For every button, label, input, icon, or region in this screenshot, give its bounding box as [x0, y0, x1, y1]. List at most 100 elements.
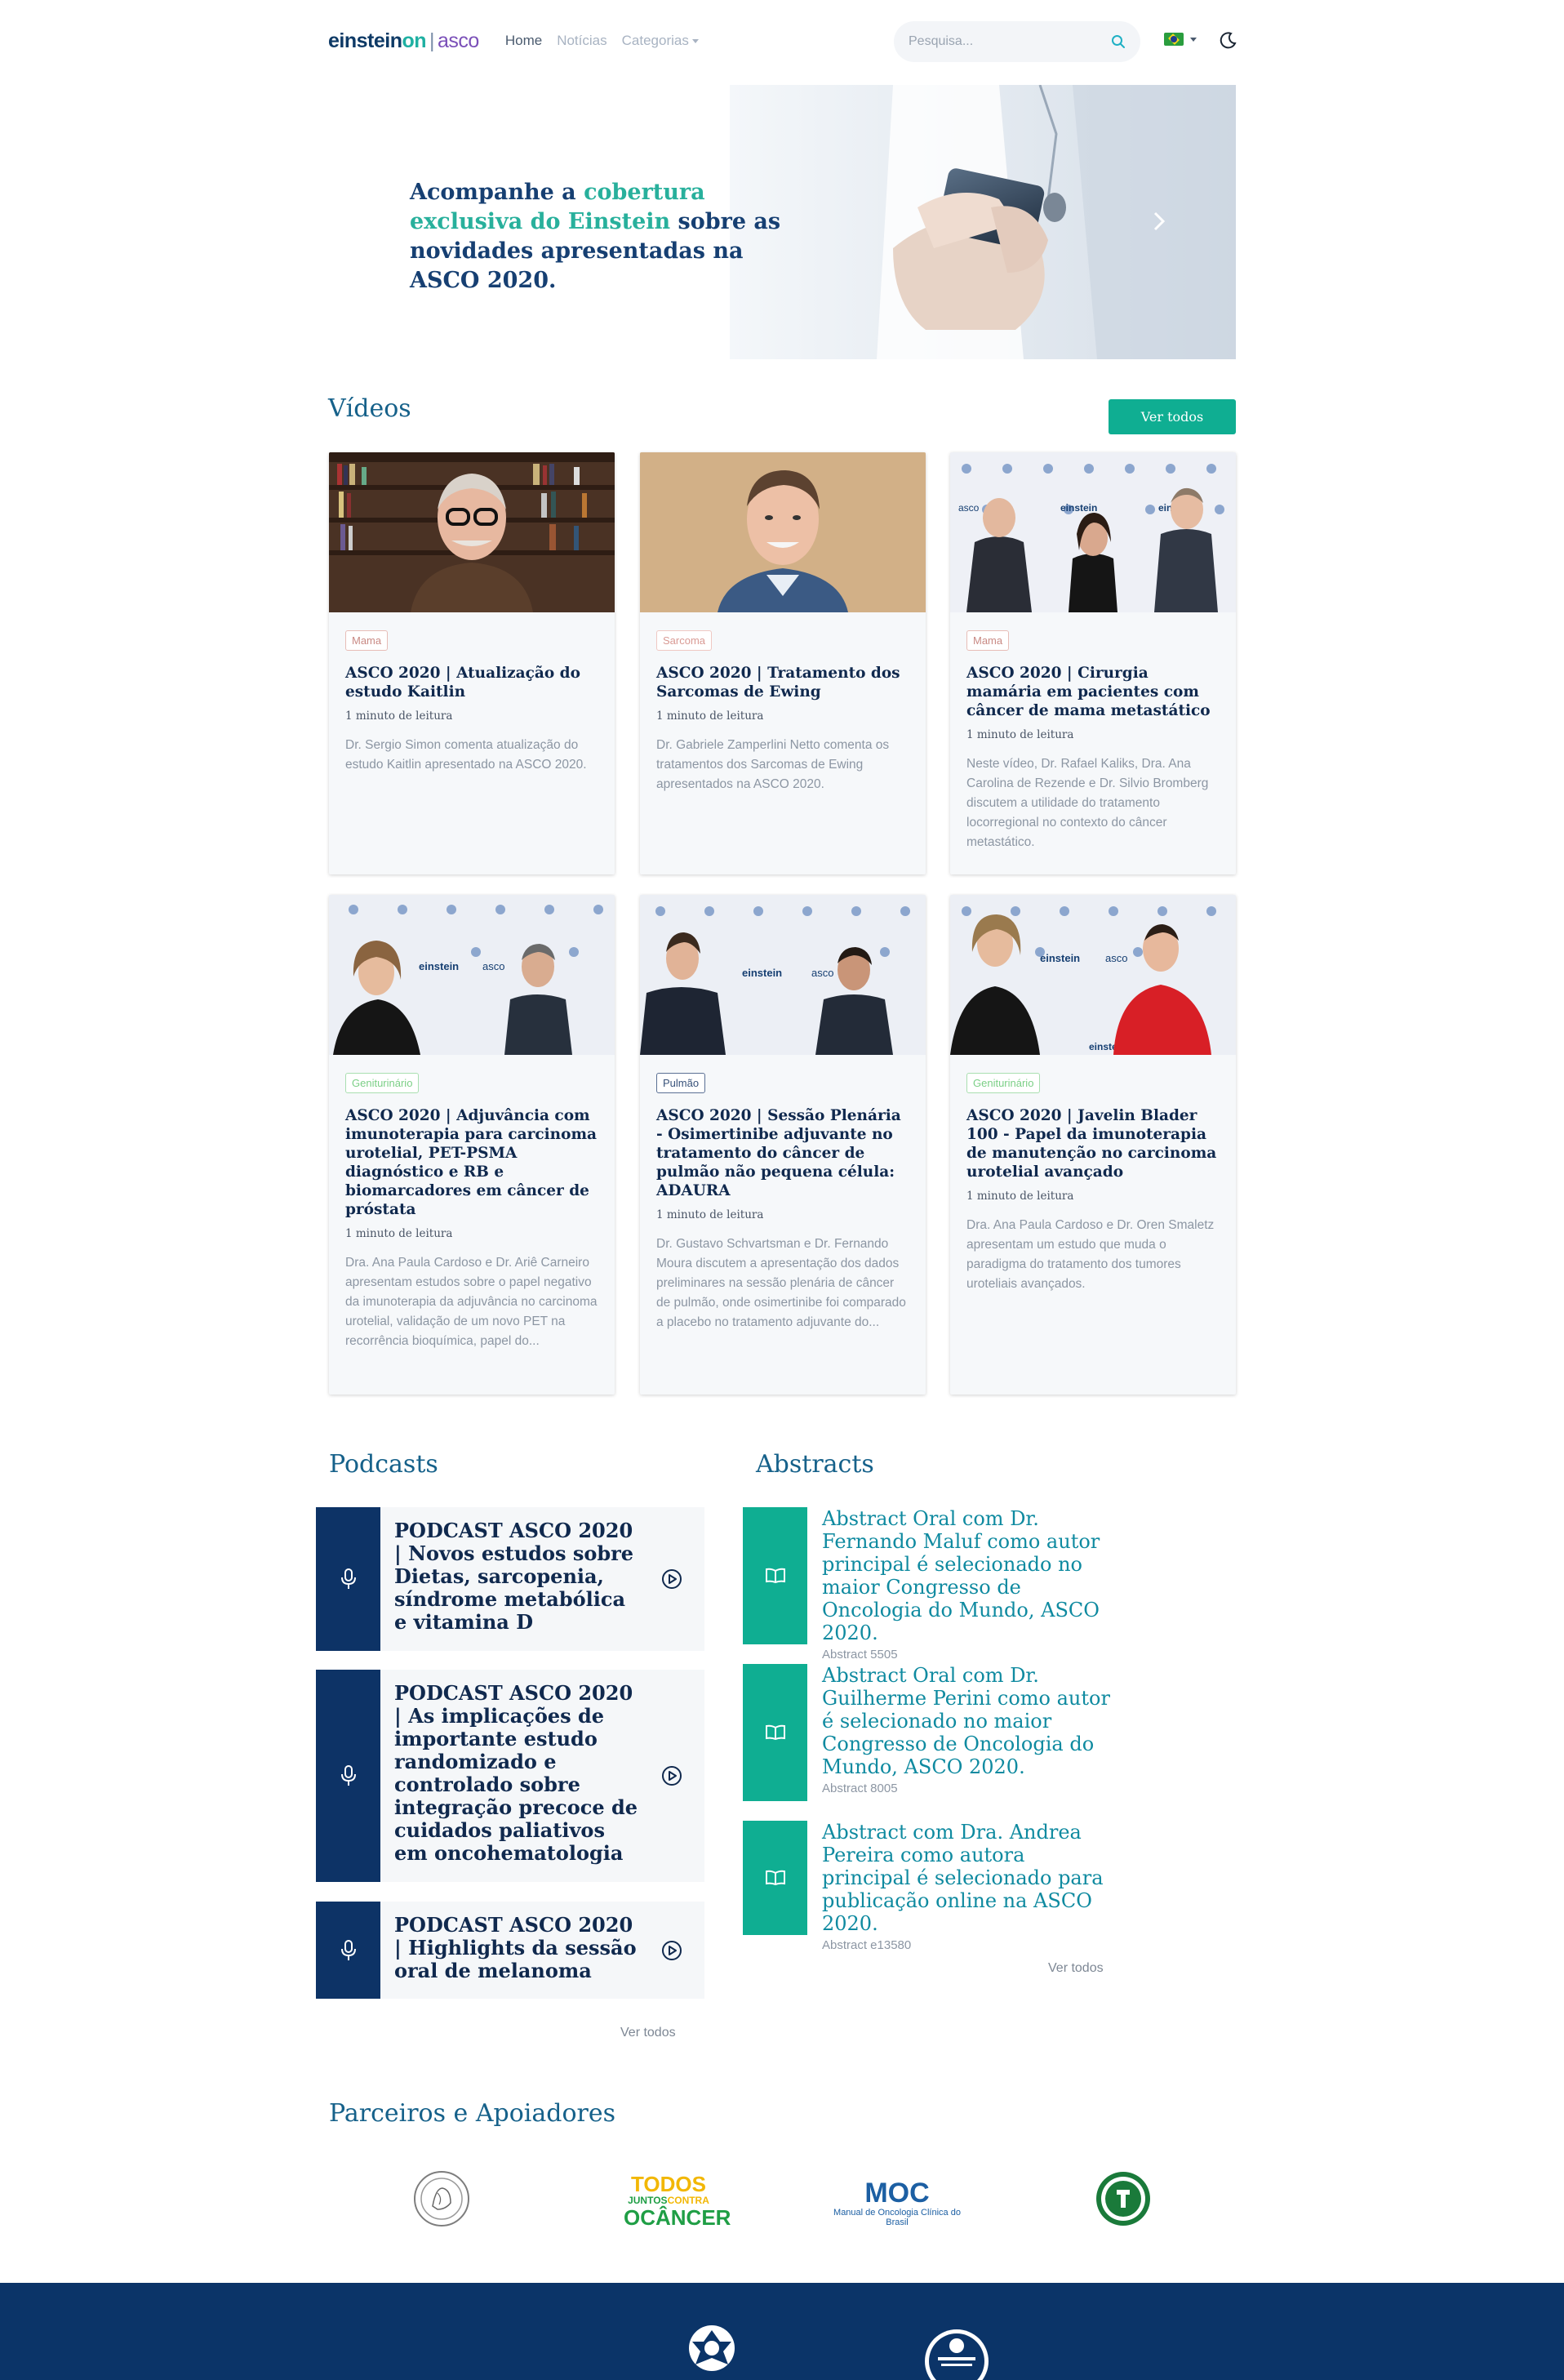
open-book-icon [765, 1870, 785, 1886]
podcasts-see-all-link[interactable]: Ver todos [620, 2026, 676, 2040]
search-input[interactable] [909, 34, 1111, 49]
abstract-title[interactable]: Abstract Oral com Dr. Fernando Maluf com… [822, 1507, 1117, 1644]
video-title[interactable]: ASCO 2020 | Adjuvância com imunoterapia … [345, 1106, 598, 1219]
thumbnail-watermark: asco [811, 967, 833, 979]
moc-logo[interactable]: MOC Manual de Oncologia Clínica do Brasi… [823, 2178, 971, 2227]
nav-links: Home Notícias Categorias [505, 33, 699, 49]
video-title[interactable]: ASCO 2020 | Javelin Blader 100 - Papel d… [966, 1106, 1220, 1181]
video-description: Dra. Ana Paula Cardoso e Dr. Ariê Carnei… [345, 1256, 598, 1348]
open-book-icon [765, 1724, 785, 1741]
video-description: Dr. Sergio Simon comenta atualização do … [345, 738, 587, 772]
partner-logo-text: OCÂNCER [624, 2205, 731, 2230]
top-navbar: einsteinon | asco Home Notícias Categorias [328, 18, 1239, 64]
abstract-title[interactable]: Abstract Oral com Dr. Guilherme Perini c… [822, 1664, 1117, 1778]
hero-headline: Acompanhe a cobertura exclusiva do Einst… [410, 178, 802, 296]
play-icon[interactable] [661, 1940, 682, 1961]
abstract-item[interactable]: Abstract Oral com Dr. Fernando Maluf com… [743, 1507, 1126, 1662]
hero-text-start: Acompanhe a [410, 180, 584, 205]
abstract-side-bar [743, 1507, 807, 1644]
abstract-item[interactable]: Abstract com Dra. Andrea Pereira como au… [743, 1821, 1126, 1952]
thumbnail-watermark: asco [958, 502, 980, 514]
video-card[interactable]: einstein asco Pulmão ASCO 2020 | Sessão … [640, 895, 926, 1395]
category-tag[interactable]: Mama [345, 630, 389, 651]
podcast-title[interactable]: PODCAST ASCO 2020 | Highlights da sessão… [380, 1902, 642, 1999]
hero-banner[interactable]: Acompanhe a cobertura exclusiva do Einst… [328, 85, 1236, 359]
reading-time: 1 minuto de leitura [656, 1208, 764, 1221]
microphone-icon [340, 1939, 356, 1960]
thumbnail-watermark: einstein [742, 967, 782, 979]
video-card[interactable]: Sarcoma ASCO 2020 | Tratamento dos Sarco… [640, 452, 926, 874]
nav-dropdown-categorias[interactable]: Categorias [622, 33, 699, 49]
abstracts-see-all-link[interactable]: Ver todos [1048, 1961, 1104, 1976]
green-seal-logo[interactable] [1095, 2170, 1152, 2227]
podcast-title[interactable]: PODCAST ASCO 2020 | Novos estudos sobre … [380, 1507, 642, 1651]
video-title[interactable]: ASCO 2020 | Tratamento dos Sarcomas de E… [656, 664, 909, 701]
category-tag[interactable]: Geniturinário [966, 1073, 1041, 1093]
partners-section-title: Parceiros e Apoiadores [329, 2099, 616, 2128]
partner-logo-text: TODOS [631, 2172, 706, 2196]
abstract-number: Abstract e13580 [822, 1938, 912, 1952]
video-thumbnail[interactable]: einstein asco [640, 895, 926, 1055]
video-thumbnail[interactable]: einstein asco [329, 895, 615, 1055]
podcast-title[interactable]: PODCAST ASCO 2020 | As implicações de im… [380, 1670, 642, 1882]
thumbnail-watermark: einstein [1060, 502, 1097, 514]
abstract-number: Abstract 8005 [822, 1782, 898, 1795]
reading-time: 1 minuto de leitura [966, 728, 1074, 741]
einstein-logo[interactable] [687, 2324, 736, 2380]
video-title[interactable]: ASCO 2020 | Atualização do estudo Kaitli… [345, 664, 598, 701]
play-icon[interactable] [661, 1568, 682, 1590]
microphone-icon [340, 1568, 356, 1589]
carousel-next-icon[interactable] [1151, 209, 1167, 234]
partner-logo-text: CONTRA [667, 2195, 709, 2206]
podcast-side-bar [316, 1670, 380, 1882]
video-card[interactable]: asco einstein einstein Mama ASCO 2020 | … [950, 452, 1236, 874]
todos-juntos-contra-o-cancer-logo[interactable]: TODOS JUNTOSCONTRA OCÂNCER [624, 2172, 731, 2232]
nav-link-noticias[interactable]: Notícias [557, 33, 606, 49]
video-description: Dr. Gabriele Zamperlini Netto comenta os… [656, 738, 890, 791]
logo-on: on [402, 29, 427, 52]
podcast-item[interactable]: PODCAST ASCO 2020 | Novos estudos sobre … [316, 1507, 704, 1651]
podcast-item[interactable]: PODCAST ASCO 2020 | Highlights da sessão… [316, 1902, 704, 1999]
search-icon[interactable] [1111, 34, 1126, 49]
video-thumbnail[interactable] [640, 452, 926, 612]
microphone-icon [340, 1765, 356, 1786]
abstracts-section-title: Abstracts [756, 1450, 874, 1479]
category-tag[interactable]: Sarcoma [656, 630, 713, 651]
video-thumbnail[interactable]: asco einstein einstein [950, 452, 1236, 612]
video-description: Dr. Gustavo Schvartsman e Dr. Fernando M… [656, 1237, 906, 1329]
site-logo[interactable]: einsteinon | asco [328, 29, 479, 53]
abstract-title[interactable]: Abstract com Dra. Andrea Pereira como au… [822, 1821, 1117, 1935]
abstract-item[interactable]: Abstract Oral com Dr. Guilherme Perini c… [743, 1664, 1126, 1801]
chevron-down-icon [691, 39, 699, 44]
video-thumbnail[interactable]: einstein asco einstein [950, 895, 1236, 1055]
video-description: Dra. Ana Paula Cardoso e Dr. Oren Smalet… [966, 1218, 1215, 1291]
videos-section-title: Vídeos [328, 394, 411, 423]
reading-time: 1 minuto de leitura [966, 1190, 1074, 1203]
podcast-item[interactable]: PODCAST ASCO 2020 | As implicações de im… [316, 1670, 704, 1882]
category-tag[interactable]: Pulmão [656, 1073, 706, 1093]
videos-see-all-button[interactable]: Ver todos [1109, 399, 1236, 434]
play-icon[interactable] [661, 1765, 682, 1786]
society-seal-logo[interactable] [413, 2170, 470, 2227]
category-tag[interactable]: Mama [966, 630, 1010, 651]
rede-einstein-oncologia-logo[interactable] [923, 2328, 990, 2380]
thumbnail-watermark: asco [1105, 952, 1127, 964]
video-card[interactable]: einstein asco einstein Geniturinário ASC… [950, 895, 1236, 1395]
video-title[interactable]: ASCO 2020 | Cirurgia mamária em paciente… [966, 664, 1220, 720]
category-tag[interactable]: Geniturinário [345, 1073, 420, 1093]
nav-link-home[interactable]: Home [505, 33, 542, 49]
video-card[interactable]: Mama ASCO 2020 | Atualização do estudo K… [329, 452, 615, 874]
reading-time: 1 minuto de leitura [656, 710, 764, 723]
language-selector[interactable] [1164, 33, 1197, 46]
thumbnail-watermark: asco [482, 960, 504, 972]
partner-logo-text: MOC [864, 2178, 930, 2209]
podcast-side-bar [316, 1507, 380, 1651]
brazil-flag-icon [1164, 33, 1184, 46]
nav-link-categorias: Categorias [621, 33, 689, 48]
video-thumbnail[interactable] [329, 452, 615, 612]
search-box [894, 21, 1140, 62]
video-title[interactable]: ASCO 2020 | Sessão Plenária - Osimertini… [656, 1106, 909, 1200]
moon-icon[interactable] [1218, 29, 1239, 51]
video-card[interactable]: einstein asco Geniturinário ASCO 2020 | … [329, 895, 615, 1395]
logo-einstein: einstein [328, 29, 402, 52]
